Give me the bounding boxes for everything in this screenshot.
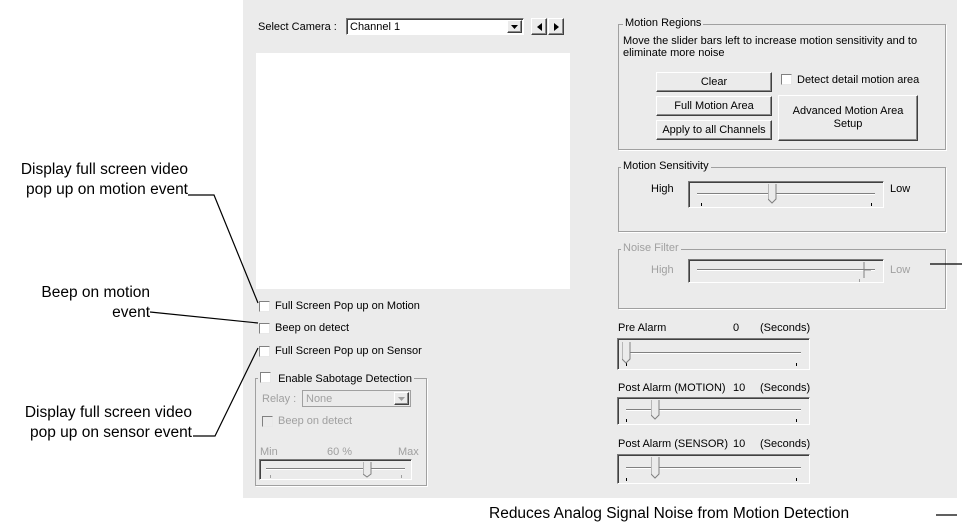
callout-lines: [149, 194, 962, 516]
